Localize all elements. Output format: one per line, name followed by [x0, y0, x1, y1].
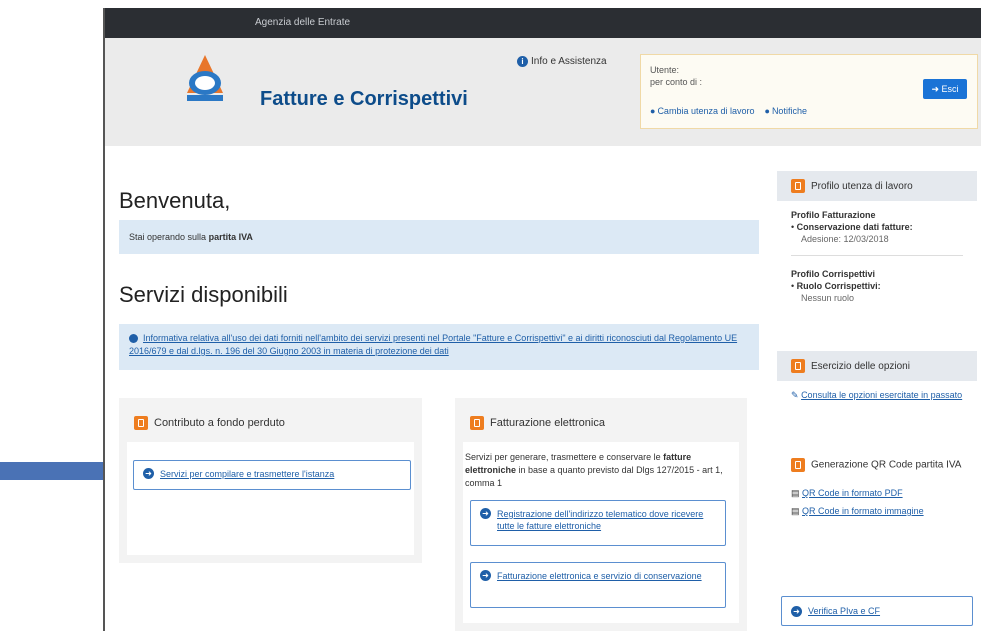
nessun-ruolo-value: Nessun ruolo — [801, 293, 855, 303]
info-link-label: Info e Assistenza — [531, 56, 607, 67]
qr-image-link[interactable]: QR Code in formato immagine — [802, 506, 924, 516]
qr-icon — [791, 458, 805, 472]
profile-icon — [791, 179, 805, 193]
arrow-circle-icon: ➜ — [143, 468, 154, 479]
user-icon: ● — [764, 106, 770, 116]
opzioni-title: Esercizio delle opzioni — [811, 360, 910, 372]
notice-bold: partita IVA — [208, 232, 253, 242]
qr-card: Generazione QR Code partita IVA ▤ QR Cod… — [777, 444, 977, 564]
info-icon: i — [517, 56, 528, 67]
verifica-piva-button[interactable]: ➜ Verifica PIva e CF — [781, 596, 973, 626]
contributo-services-link[interactable]: ➜ Servizi per compilare e trasmettere l'… — [133, 460, 411, 490]
user-box: Utente: per conto di : ● Cambia utenza di… — [640, 54, 978, 129]
profile-title: Profilo utenza di lavoro — [811, 180, 913, 192]
main-content: Benvenuta, Stai operando sulla partita I… — [105, 146, 981, 631]
document-icon — [470, 416, 484, 430]
users-icon: ● — [650, 106, 656, 116]
verifica-label: Verifica PIva e CF — [808, 606, 881, 616]
qr-title: Generazione QR Code partita IVA — [811, 459, 962, 471]
user-links: ● Cambia utenza di lavoro ● Notifiche — [650, 106, 807, 116]
image-icon: ▤ — [791, 505, 800, 516]
exit-button[interactable]: ➜ Esci — [923, 79, 967, 99]
opzioni-link[interactable]: Consulta le opzioni esercitate in passat… — [801, 390, 962, 400]
agency-logo-icon — [187, 55, 223, 101]
notifications-label: Notifiche — [771, 106, 807, 116]
welcome-heading: Benvenuta, — [119, 188, 231, 213]
qr-card-header: Generazione QR Code partita IVA — [777, 444, 977, 473]
contributo-card-body — [127, 442, 414, 555]
notice-text: Stai operando sulla — [129, 232, 207, 242]
desc-pre: Servizi per generare, trasmettere e cons… — [465, 452, 661, 462]
contributo-card: Contributo a fondo perduto ➜ Servizi per… — [119, 398, 422, 563]
contributo-card-header: Contributo a fondo perduto — [134, 416, 285, 430]
fatturazione-card-header: Fatturazione elettronica — [470, 416, 605, 430]
arrow-circle-icon: ➜ — [480, 570, 491, 581]
contributo-title: Contributo a fondo perduto — [154, 417, 285, 429]
qr-card-body: ▤ QR Code in formato PDF ▤ QR Code in fo… — [777, 473, 977, 525]
change-user-label: Cambia utenza di lavoro — [657, 106, 755, 116]
opzioni-card: Esercizio delle opzioni ✎ Consulta le op… — [777, 351, 977, 429]
file-icon: ▤ — [791, 487, 800, 498]
conservazione-label: Conservazione dati fatture: — [796, 222, 913, 232]
divider — [791, 255, 963, 256]
privacy-info-link[interactable]: Informativa relativa all'uso dei dati fo… — [119, 324, 759, 370]
user-label: Utente: — [650, 65, 680, 75]
qr-pdf-link[interactable]: QR Code in formato PDF — [802, 488, 903, 498]
top-bar: Agenzia delle Entrate — [105, 8, 981, 38]
document-icon — [134, 416, 148, 430]
arrow-circle-icon: ➜ — [480, 508, 491, 519]
header: Fatture e Corrispettivi i Info e Assiste… — [105, 38, 981, 146]
einvoicing-conservation-label: Fatturazione elettronica e servizio di c… — [497, 571, 702, 581]
adesione-value: Adesione: 12/03/2018 — [801, 234, 889, 244]
fatturazione-card: Fatturazione elettronica Servizi per gen… — [455, 398, 747, 631]
exit-label: Esci — [941, 84, 959, 94]
vat-notice: Stai operando sulla partita IVA — [119, 220, 759, 254]
agency-title: Agenzia delle Entrate — [255, 17, 351, 28]
einvoicing-conservation-link[interactable]: ➜ Fatturazione elettronica e servizio di… — [470, 562, 726, 608]
profile-card: Profilo utenza di lavoro Profilo Fattura… — [777, 171, 977, 356]
change-user-link[interactable]: ● Cambia utenza di lavoro — [650, 106, 755, 116]
app-page: Agenzia delle Entrate Fatture e Corrispe… — [103, 8, 981, 631]
edit-icon: ✎ — [791, 390, 799, 400]
fatturazione-description: Servizi per generare, trasmettere e cons… — [465, 451, 735, 490]
privacy-info-text: Informativa relativa all'uso dei dati fo… — [129, 333, 738, 356]
register-address-label: Registrazione dell'indirizzo telematico … — [497, 509, 704, 531]
profilo-fatturazione: Profilo Fatturazione — [791, 210, 876, 220]
profilo-corrispettivi: Profilo Corrispettivi — [791, 269, 876, 279]
notifications-link[interactable]: ● Notifiche — [765, 106, 807, 116]
settings-icon — [791, 359, 805, 373]
info-assistance-link[interactable]: i Info e Assistenza — [517, 56, 607, 67]
opzioni-card-header: Esercizio delle opzioni — [777, 351, 977, 381]
profile-card-body: Profilo Fatturazione • Conservazione dat… — [777, 201, 977, 312]
user-for-label: per conto di : — [650, 77, 703, 87]
opzioni-card-body: ✎ Consulta le opzioni esercitate in pass… — [777, 381, 977, 409]
fatturazione-title: Fatturazione elettronica — [490, 417, 605, 429]
register-address-link[interactable]: ➜ Registrazione dell'indirizzo telematic… — [470, 500, 726, 546]
profile-card-header: Profilo utenza di lavoro — [777, 171, 977, 201]
contributo-link-label: Servizi per compilare e trasmettere l'is… — [160, 469, 335, 479]
services-heading: Servizi disponibili — [119, 282, 288, 307]
app-title: Fatture e Corrispettivi — [260, 88, 468, 110]
ruolo-label: Ruolo Corrispettivi: — [796, 281, 881, 291]
info-icon — [129, 334, 138, 344]
arrow-circle-icon: ➜ — [791, 605, 802, 617]
